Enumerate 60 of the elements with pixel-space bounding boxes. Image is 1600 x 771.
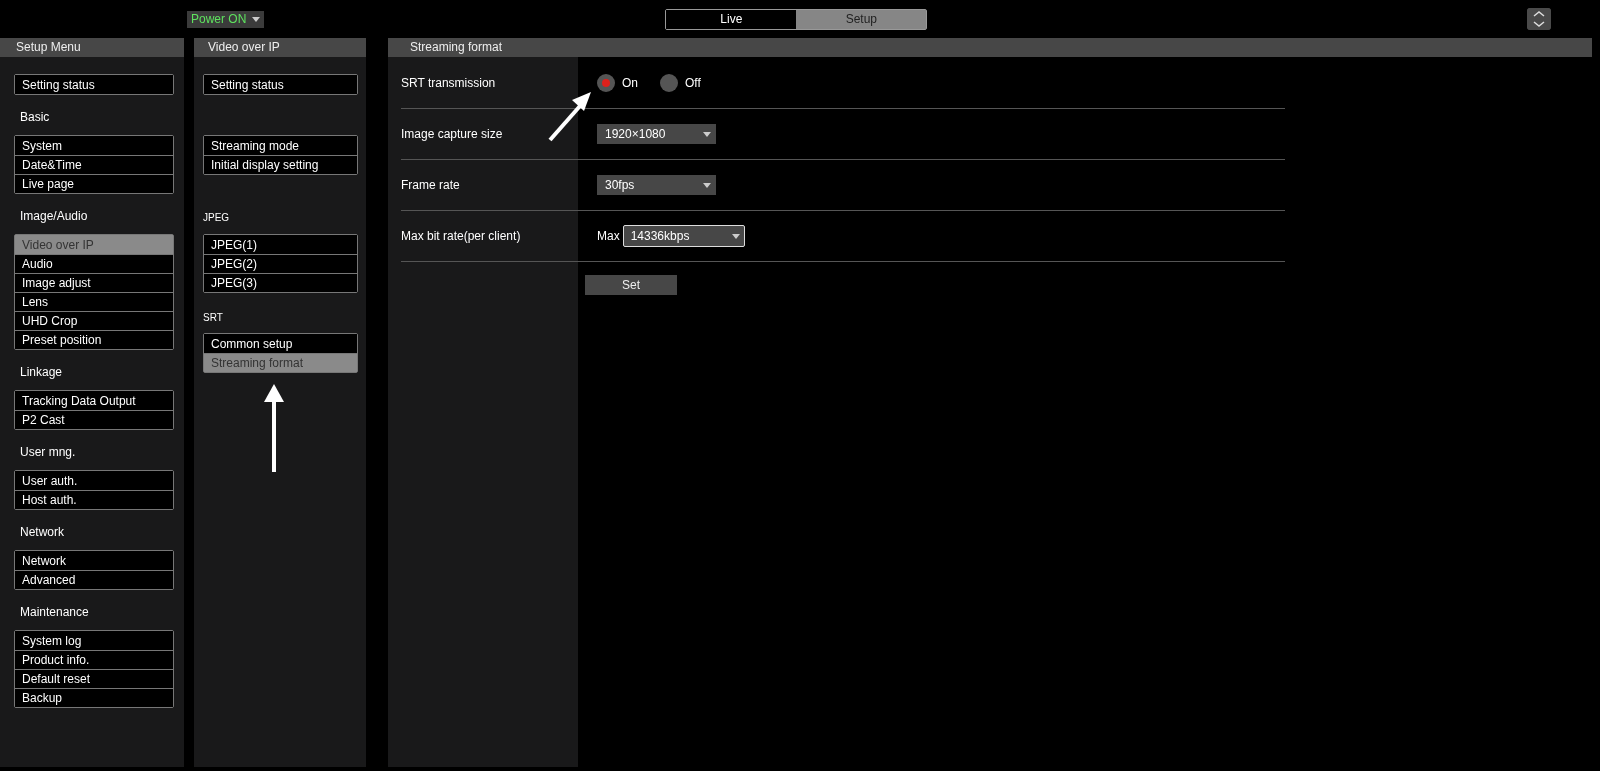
field-label: Frame rate xyxy=(401,178,461,192)
power-dropdown[interactable]: Power ON xyxy=(187,10,265,28)
section-heading: Linkage xyxy=(19,364,64,381)
caret-icon xyxy=(703,131,711,137)
menu-item[interactable]: Setting status xyxy=(15,75,173,94)
menu-item[interactable]: Host auth. xyxy=(15,490,173,509)
section-heading: Network xyxy=(19,524,65,541)
section-heading: JPEG xyxy=(203,211,231,225)
dropdown[interactable]: 14336kbps xyxy=(622,225,745,247)
radio-label: Off xyxy=(685,75,701,90)
menu-item[interactable]: Video over IP xyxy=(15,235,173,254)
panel-title: Setup Menu xyxy=(0,38,184,57)
field-label: Image capture size xyxy=(401,127,504,141)
menu-item[interactable]: Advanced xyxy=(15,570,173,589)
menu-item[interactable]: Streaming mode xyxy=(204,136,357,155)
menu-item[interactable]: JPEG(1) xyxy=(204,235,357,254)
menu-item[interactable]: Streaming format xyxy=(204,353,357,372)
dropdown[interactable]: 1920×1080 xyxy=(597,124,716,144)
menu-item[interactable]: Common setup xyxy=(204,334,357,353)
menu-item[interactable]: Backup xyxy=(15,688,173,707)
expand-collapse-icon[interactable] xyxy=(1527,8,1551,30)
caret-icon xyxy=(731,233,740,239)
menu-item[interactable]: User auth. xyxy=(15,471,173,490)
menu-item[interactable]: Preset position xyxy=(15,330,173,349)
annotation-arrow xyxy=(548,92,591,142)
section-heading: Basic xyxy=(19,109,51,126)
menu-item[interactable]: Lens xyxy=(15,292,173,311)
panel-title: Streaming format xyxy=(388,38,1592,57)
menu-item[interactable]: System xyxy=(15,136,173,155)
mode-tab[interactable]: Setup xyxy=(796,9,927,29)
set-button[interactable]: Set xyxy=(585,275,677,295)
menu-item[interactable]: Setting status xyxy=(204,75,357,94)
radio-label: On xyxy=(622,75,638,90)
menu-item[interactable]: P2 Cast xyxy=(15,410,173,429)
section-heading: SRT xyxy=(203,311,224,325)
menu-item[interactable]: Tracking Data Output xyxy=(15,391,173,410)
field-prefix: Max xyxy=(597,229,620,243)
menu-item[interactable]: Date&Time xyxy=(15,155,173,174)
section-heading: User mng. xyxy=(19,444,77,461)
section-heading: Maintenance xyxy=(19,604,90,621)
menu-item[interactable]: Image adjust xyxy=(15,273,173,292)
menu-item[interactable]: System log xyxy=(15,631,173,650)
menu-item[interactable]: UHD Crop xyxy=(15,311,173,330)
field-label: Max bit rate(per client) xyxy=(401,229,522,243)
field-label: SRT transmission xyxy=(401,75,497,90)
radio-button[interactable] xyxy=(660,73,678,92)
caret-icon xyxy=(703,182,711,188)
menu-item[interactable]: Audio xyxy=(15,254,173,273)
panel-title: Video over IP xyxy=(194,38,366,57)
menu-item[interactable]: Default reset xyxy=(15,669,173,688)
menu-item[interactable]: JPEG(3) xyxy=(204,273,357,292)
caret-icon xyxy=(252,16,261,22)
menu-item[interactable]: JPEG(2) xyxy=(204,254,357,273)
menu-item[interactable]: Network xyxy=(15,551,173,570)
menu-item[interactable]: Initial display setting xyxy=(204,155,357,174)
menu-item[interactable]: Live page xyxy=(15,174,173,193)
section-heading: Image/Audio xyxy=(19,208,89,225)
dropdown[interactable]: 30fps xyxy=(597,175,716,195)
menu-item[interactable]: Product info. xyxy=(15,650,173,669)
radio-button[interactable] xyxy=(597,73,615,92)
